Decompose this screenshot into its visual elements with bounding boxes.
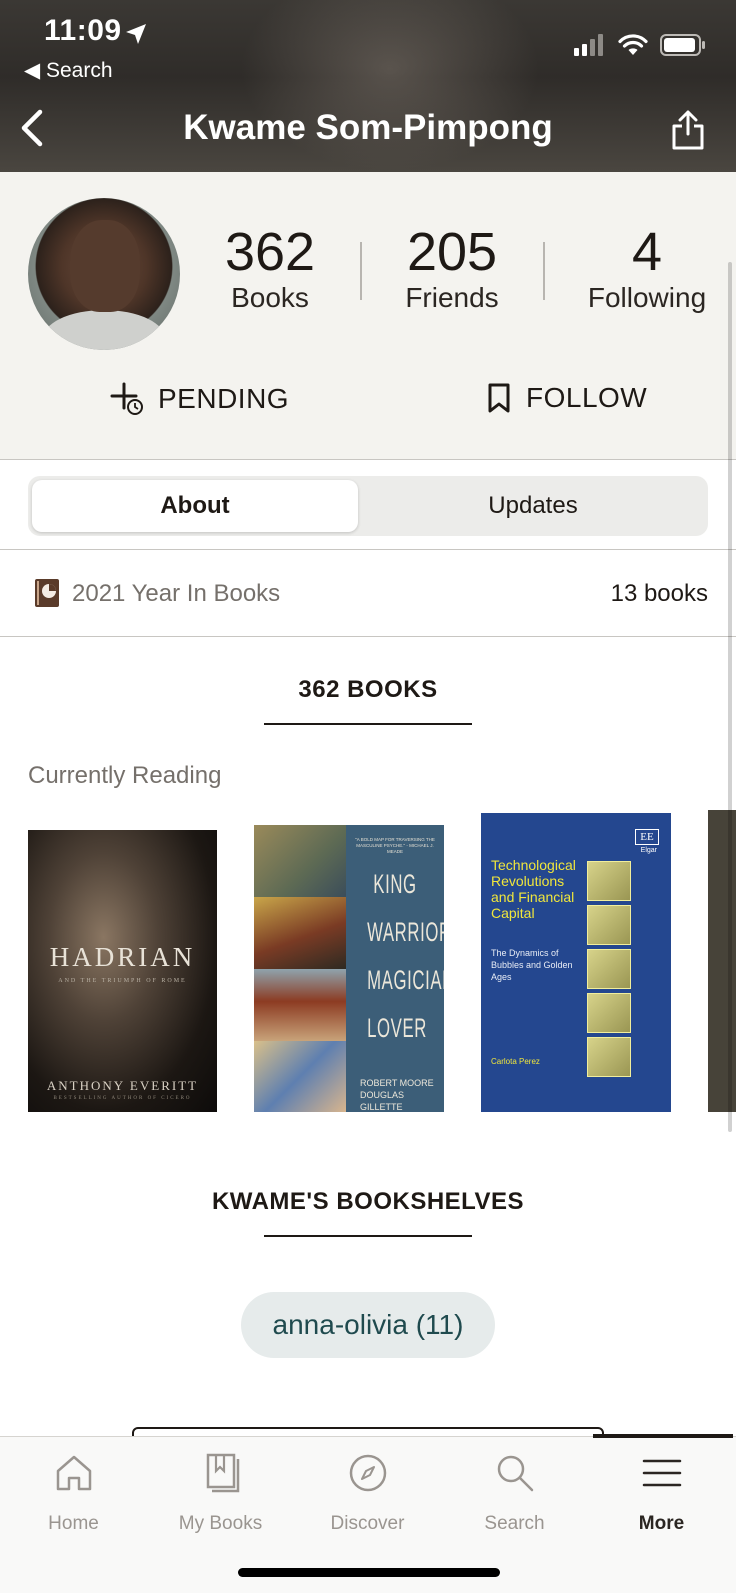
cover-art-panel <box>254 1041 346 1112</box>
wifi-icon <box>618 34 648 55</box>
status-time: 11:09 <box>44 14 122 47</box>
cover-subtitle: AND THE TRIUMPH OF ROME <box>58 978 187 984</box>
pending-label: PENDING <box>158 383 290 414</box>
section-underline <box>264 1235 472 1237</box>
year-in-books-count: 13 books <box>610 580 708 607</box>
cover-image-tile <box>587 861 631 901</box>
books-section-title[interactable]: 362 BOOKS <box>0 676 736 704</box>
profile-header: 11:09 ◀ Search Kwame Som-Pimpong <box>0 0 736 172</box>
cover-tagline: BESTSELLING AUTHOR OF CICERO <box>53 1096 192 1101</box>
tab-home[interactable]: Home <box>0 1437 147 1557</box>
tab-updates[interactable]: Updates <box>362 480 704 532</box>
cover-image-tile <box>587 1037 631 1077</box>
tab-more[interactable]: More <box>588 1437 735 1557</box>
book-cover-technological-revolutions[interactable]: EE Elgar Technological Revolutions and F… <box>481 813 671 1112</box>
share-icon[interactable] <box>670 108 706 152</box>
home-icon <box>56 1455 91 1491</box>
cover-title: HADRIAN <box>49 942 196 972</box>
stat-friends-label: Friends <box>405 282 499 313</box>
stat-friends-value: 205 <box>406 222 498 282</box>
follow-button[interactable]: FOLLOW <box>486 382 647 414</box>
stat-books[interactable]: 362 Books <box>210 222 330 314</box>
cover-authors: ROBERT MOORE DOUGLAS GILLETTE <box>360 1077 444 1112</box>
cover-image-tile <box>587 949 631 989</box>
year-in-books-icon <box>35 579 59 607</box>
currently-reading-label: Currently Reading <box>28 762 222 789</box>
stat-books-value: 362 <box>224 222 316 282</box>
stat-divider <box>360 242 362 300</box>
bookshelves-section-title[interactable]: KWAME'S BOOKSHELVES <box>0 1188 736 1216</box>
cover-image-tile <box>587 905 631 945</box>
profile-tabs: About Updates <box>0 460 736 550</box>
cover-word: LOVER <box>367 1013 427 1043</box>
book-cover-king-warrior-magician-lover[interactable]: "A BOLD MAP FOR TRAVERSING THE MASCULINE… <box>254 825 444 1112</box>
cover-author: DOUGLAS GILLETTE <box>360 1090 405 1112</box>
tab-my-books[interactable]: My Books <box>147 1437 294 1557</box>
avatar-shirt <box>42 310 166 350</box>
battery-icon <box>660 34 705 56</box>
book-cover-hadrian[interactable]: HADRIAN AND THE TRIUMPH OF ROME ANTHONY … <box>28 830 217 1112</box>
active-tab-indicator <box>593 1434 733 1438</box>
search-icon <box>497 1455 533 1492</box>
stat-books-label: Books <box>231 282 309 313</box>
cover-art-panel <box>254 969 346 1041</box>
cellular-signal-icon <box>574 34 603 56</box>
cover-word: MAGICIAN <box>367 965 444 995</box>
avatar-face <box>70 220 140 312</box>
follow-label: FOLLOW <box>526 382 648 413</box>
my-books-icon <box>206 1453 239 1493</box>
publisher-logo: EE <box>635 829 659 845</box>
publisher-name: Elgar <box>640 847 657 854</box>
pending-friend-button[interactable]: PENDING <box>110 382 289 416</box>
segmented-control: About Updates <box>28 476 708 536</box>
cover-quote: "A BOLD MAP FOR TRAVERSING THE MASCULINE… <box>355 837 435 854</box>
status-back-to-app[interactable]: ◀ Search <box>24 58 113 83</box>
avatar[interactable] <box>28 198 180 350</box>
cover-title: Technological Revolutions and Financial … <box>491 857 576 921</box>
shelf-chip[interactable]: anna-olivia (11) <box>241 1292 495 1358</box>
cover-image-tile <box>587 993 631 1033</box>
profile-summary: 362 Books 205 Friends 4 Following PENDIN… <box>0 172 736 460</box>
cover-word: WARRIOR <box>367 917 444 947</box>
status-icons <box>574 34 706 56</box>
page-title: Kwame Som-Pimpong <box>183 108 553 147</box>
tab-my-books-label: My Books <box>178 1513 263 1534</box>
tab-search[interactable]: Search <box>441 1437 588 1557</box>
compass-icon <box>349 1454 386 1492</box>
year-in-books-row[interactable]: 2021 Year In Books 13 books <box>0 550 736 637</box>
cover-author: ROBERT MOORE <box>360 1078 434 1088</box>
cover-author: ANTHONY EVERITT <box>46 1078 199 1093</box>
back-triangle-icon: ◀ <box>24 59 41 82</box>
status-back-label: Search <box>46 59 113 82</box>
menu-icon <box>642 1459 681 1487</box>
stat-friends[interactable]: 205 Friends <box>392 222 512 314</box>
home-indicator[interactable] <box>238 1568 500 1577</box>
year-in-books-label: 2021 Year In Books <box>72 580 281 607</box>
cover-word: KING <box>373 869 417 899</box>
cover-author: Carlota Perez <box>491 1057 540 1066</box>
stat-divider <box>543 242 545 300</box>
scrollbar[interactable] <box>728 262 732 1132</box>
tab-more-label: More <box>638 1513 685 1534</box>
cover-art-panel <box>254 825 346 897</box>
stat-following-label: Following <box>587 282 707 313</box>
tab-discover-label: Discover <box>330 1513 405 1534</box>
tab-about[interactable]: About <box>32 480 358 532</box>
location-arrow-icon <box>126 24 146 44</box>
tab-discover[interactable]: Discover <box>294 1437 441 1557</box>
tab-search-label: Search <box>484 1513 545 1534</box>
stat-following-value: 4 <box>631 222 663 282</box>
cover-art-panel <box>254 897 346 969</box>
bookmark-icon <box>488 383 510 413</box>
stat-following[interactable]: 4 Following <box>574 222 720 314</box>
tab-home-label: Home <box>48 1513 99 1534</box>
cover-subtitle: The Dynamics of Bubbles and Golden Ages <box>491 948 573 982</box>
section-underline <box>264 723 472 725</box>
add-friend-pending-icon <box>110 382 143 415</box>
